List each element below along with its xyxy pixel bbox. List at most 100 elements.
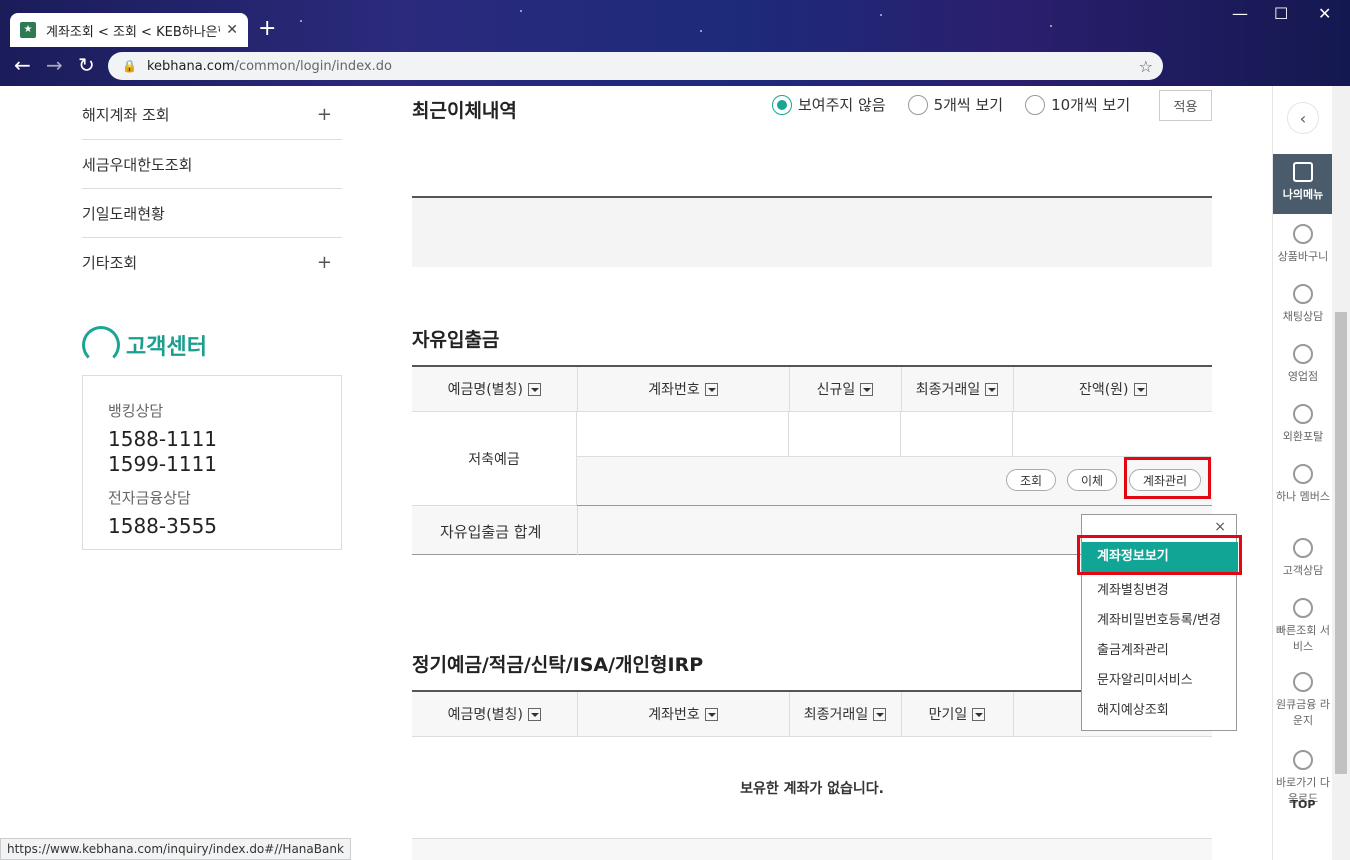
account-number-cell <box>577 412 789 457</box>
maximize-icon[interactable]: ☐ <box>1274 4 1288 23</box>
banking-number-1: 1588-1111 <box>108 427 218 451</box>
banking-label: 뱅킹상담 <box>108 402 164 420</box>
apply-button[interactable]: 적용 <box>1159 90 1212 121</box>
back-icon[interactable]: ← <box>14 53 31 77</box>
tab-title: 계좌조회 < 조회 < KEB하나은행 <box>46 24 221 40</box>
radio-5[interactable]: 5개씩 보기 <box>907 94 1004 115</box>
col-header-opened[interactable]: 신규일 <box>789 366 902 412</box>
menu-item-alias-change[interactable]: 계좌별칭변경 <box>1097 579 1169 598</box>
headset-icon <box>82 326 120 364</box>
quick-branch[interactable]: 영업점 <box>1273 344 1333 384</box>
browser-tab[interactable]: ★ 계좌조회 < 조회 < KEB하나은행 ✕ <box>10 13 248 47</box>
sort-dropdown-icon <box>985 382 999 396</box>
star-doc-icon <box>1293 162 1313 182</box>
bookmark-star-icon[interactable]: ☆ <box>1139 57 1153 76</box>
sort-dropdown-icon <box>704 707 718 721</box>
highlight-box <box>1124 457 1211 499</box>
sort-dropdown-icon <box>527 382 541 396</box>
highlight-box <box>1077 535 1242 575</box>
menu-item-sms-service[interactable]: 문자알리미서비스 <box>1097 669 1193 688</box>
recent-transfer-title: 최근이체내역 <box>412 100 517 122</box>
top-button[interactable]: TOP <box>1273 798 1333 811</box>
sort-dropdown-icon <box>972 707 986 721</box>
col-header-maturity[interactable]: 만기일 <box>901 691 1014 737</box>
close-window-icon[interactable]: ✕ <box>1318 4 1331 23</box>
last-trade-cell <box>901 412 1013 457</box>
deposit-total-row <box>412 838 1212 860</box>
col-header-account[interactable]: 계좌번호 <box>577 691 790 737</box>
quick-my-menu[interactable]: 나의메뉴 <box>1273 154 1333 214</box>
nav-item-closed-accounts[interactable]: 해지계좌 조회 + <box>82 90 342 139</box>
quick-product-basket[interactable]: 상품바구니 <box>1273 224 1333 264</box>
url-path: /common/login/index.do <box>234 58 392 74</box>
radio-icon <box>907 94 928 115</box>
quick-hana-members[interactable]: 하나 멤버스 <box>1273 464 1333 504</box>
close-menu-icon[interactable]: × <box>1214 519 1226 535</box>
account-name-cell: 저축예금 <box>412 412 577 506</box>
page-scrollbar[interactable] <box>1332 86 1350 860</box>
quick-customer-call[interactable]: 고객상담 <box>1273 538 1333 578</box>
customer-center-title: 고객센터 <box>82 326 207 364</box>
quick-fast-inquiry[interactable]: 빠른조회 서비스 <box>1273 598 1333 654</box>
expand-plus-icon[interactable]: + <box>317 252 342 273</box>
free-account-table: 예금명(별칭) 계좌번호 신규일 최종거래일 잔액(원) <box>412 365 1212 412</box>
url-domain: kebhana.com <box>146 58 235 74</box>
col-header-balance[interactable]: 잔액(원) <box>1013 366 1212 412</box>
radio-10[interactable]: 10개씩 보기 <box>1025 94 1130 115</box>
recent-transfer-empty-box <box>412 196 1212 267</box>
globe-icon <box>1293 404 1313 424</box>
deposit-title: 정기예금/적금/신탁/ISA/개인형IRP <box>412 654 704 676</box>
sort-dropdown-icon <box>860 382 874 396</box>
address-bar[interactable]: 🔒 kebhana.com/common/login/index.do ☆ <box>108 52 1163 80</box>
sort-dropdown-icon <box>704 382 718 396</box>
close-tab-icon[interactable]: ✕ <box>226 22 238 38</box>
menu-item-password[interactable]: 계좌비밀번호등록/변경 <box>1097 609 1221 628</box>
sofa-icon <box>1293 672 1313 692</box>
radio-checked-icon <box>772 94 792 115</box>
basket-icon <box>1293 224 1313 244</box>
customer-center-box: 뱅킹상담 1588-1111 1599-1111 전자금융상담 1588-355… <box>82 375 342 550</box>
radio-label: 5개씩 보기 <box>933 96 1004 114</box>
sort-dropdown-icon <box>1133 382 1147 396</box>
view-options: 보여주지 않음 5개씩 보기 10개씩 보기 <box>772 94 1152 115</box>
scrollbar-thumb[interactable] <box>1335 312 1347 774</box>
minimize-icon[interactable]: — <box>1232 4 1248 23</box>
radio-hide[interactable]: 보여주지 않음 <box>772 94 886 115</box>
no-accounts-message: 보유한 계좌가 없습니다. <box>740 781 884 797</box>
col-header-name[interactable]: 예금명(별칭) <box>412 691 578 737</box>
search-icon <box>1293 598 1313 618</box>
opened-date-cell <box>789 412 901 457</box>
quick-chat[interactable]: 채팅상담 <box>1273 284 1333 324</box>
col-header-account[interactable]: 계좌번호 <box>577 366 790 412</box>
menu-item-close-estimate[interactable]: 해지예상조회 <box>1097 699 1169 718</box>
left-navigation: 해지계좌 조회 + 세금우대한도조회 기일도래현황 기타조회 + <box>82 90 342 286</box>
col-header-last-trade[interactable]: 최종거래일 <box>789 691 902 737</box>
banking-number-2: 1599-1111 <box>108 452 218 476</box>
menu-item-withdraw-account[interactable]: 출금계좌관리 <box>1097 639 1169 658</box>
transfer-button[interactable]: 이체 <box>1067 469 1117 491</box>
col-header-last-trade[interactable]: 최종거래일 <box>901 366 1014 412</box>
nav-item-label: 세금우대한도조회 <box>82 155 193 174</box>
reload-icon[interactable]: ↻ <box>78 53 95 77</box>
sort-dropdown-icon <box>527 707 541 721</box>
download-icon <box>1293 750 1313 770</box>
collapse-chevron-icon[interactable]: ‹ <box>1287 102 1319 134</box>
new-tab-icon[interactable]: + <box>258 16 276 41</box>
nav-item-other-inquiry[interactable]: 기타조회 + <box>82 237 342 286</box>
browser-chrome: ★ 계좌조회 < 조회 < KEB하나은행 ✕ + — ☐ ✕ ← → ↻ 🔒 … <box>0 0 1350 86</box>
expand-plus-icon[interactable]: + <box>317 104 342 125</box>
forward-icon[interactable]: → <box>46 53 63 77</box>
efinance-number: 1588-3555 <box>108 514 218 538</box>
col-header-name[interactable]: 예금명(별칭) <box>412 366 578 412</box>
chat-icon <box>1293 284 1313 304</box>
nav-item-due-status[interactable]: 기일도래현황 <box>82 188 342 237</box>
inquiry-button[interactable]: 조회 <box>1006 469 1056 491</box>
radio-label: 보여주지 않음 <box>798 96 886 114</box>
quick-forex[interactable]: 외환포탈 <box>1273 404 1333 444</box>
nav-item-label: 기타조회 <box>82 253 138 272</box>
quick-oneq-lounge[interactable]: 원큐금융 라운지 <box>1273 672 1333 728</box>
nav-item-label: 기일도래현황 <box>82 204 165 223</box>
members-icon <box>1293 464 1313 484</box>
nav-item-tax-limit[interactable]: 세금우대한도조회 <box>82 139 342 188</box>
browser-toolbar: ← → ↻ 🔒 kebhana.com/common/login/index.d… <box>0 47 1350 86</box>
